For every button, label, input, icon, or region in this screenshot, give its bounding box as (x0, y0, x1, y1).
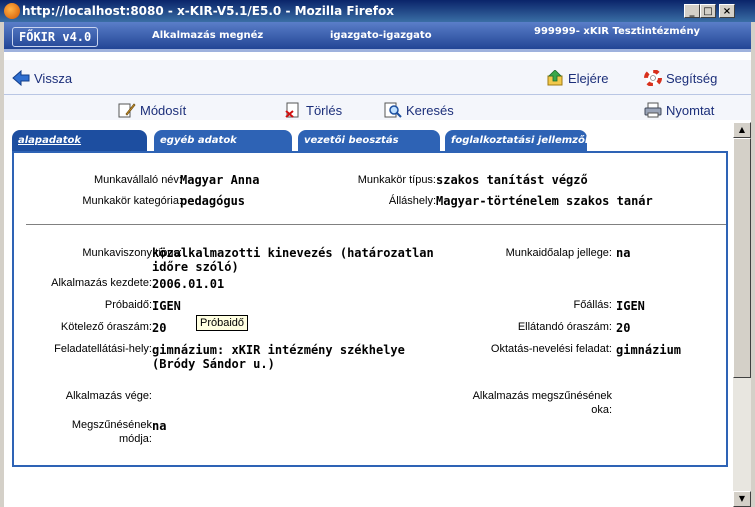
main-job-value: IGEN (616, 299, 645, 313)
delete-button[interactable]: Törlés (284, 102, 342, 118)
user-name: igazgato-igazgato (330, 30, 432, 41)
start-date-label: Alkalmazás kezdete: (51, 277, 152, 289)
top-link[interactable]: Elejére (546, 70, 608, 86)
page-title: Alkalmazás megnéz (152, 30, 264, 41)
education-task-label: Oktatás-nevelési feladat: (490, 343, 612, 355)
relation-type-value-2: időre szóló) (152, 260, 239, 274)
employee-name-value: Magyar Anna (180, 173, 260, 187)
brand-logo: FŐKIR v4.0 (12, 27, 99, 47)
served-hours-value: 20 (616, 321, 631, 335)
tooltip: Próbaidő (196, 315, 249, 331)
start-date-value: 2006.01.01 (152, 277, 225, 291)
termination-reason-label-1: Alkalmazás megszűnésének (472, 390, 612, 402)
search-label: Keresés (406, 103, 454, 118)
app-content: FŐKIR v4.0 Alkalmazás megnéz igazgato-ig… (4, 22, 751, 507)
main-job-label: Főállás: (573, 299, 612, 311)
served-hours-label: Ellátandó óraszám: (517, 321, 612, 333)
search-icon (384, 102, 402, 118)
job-category-label: Munkakör kategória: (82, 195, 182, 207)
termination-mode-value: na (152, 419, 167, 433)
tab-foglalkoztatasi-jellemzok[interactable]: foglalkoztatási jellemzők (445, 130, 592, 152)
worktime-value: na (616, 246, 631, 260)
workplace-value-1: gimnázium: xKIR intézmény székhelye (152, 343, 405, 357)
probation-label: Próbaidő: (104, 299, 152, 311)
delete-icon (285, 102, 299, 118)
lifebuoy-icon (644, 70, 662, 86)
job-type-label: Munkakör típus: (357, 174, 436, 186)
close-button[interactable]: × (719, 4, 735, 18)
back-arrow-icon (12, 70, 30, 86)
printer-icon (644, 102, 662, 118)
job-type-value: szakos tanítást végző (436, 173, 588, 187)
detail-panel: Munkavállaló név: Magyar Anna Munkakör t… (12, 151, 728, 467)
education-task-value: gimnázium (616, 343, 682, 357)
modify-label: Módosít (140, 103, 187, 118)
mandatory-hours-value: 20 (152, 321, 167, 335)
employee-name-label: Munkavállaló név: (93, 174, 182, 186)
firefox-icon (4, 3, 20, 19)
position-value: Magyar-történelem szakos tanár (436, 194, 653, 208)
modify-button[interactable]: Módosít (118, 102, 186, 118)
app-header: FŐKIR v4.0 Alkalmazás megnéz igazgato-ig… (4, 22, 751, 52)
end-date-label: Alkalmazás vége: (65, 390, 152, 402)
workplace-label: Feladatellátási-hely: (54, 343, 152, 355)
toolbar-divider (4, 94, 751, 95)
workplace-value-2: (Bródy Sándor u.) (152, 357, 275, 371)
scroll-up-button[interactable]: ▲ (733, 122, 751, 138)
termination-mode-label-2: módja: (118, 433, 152, 445)
job-category-value: pedagógus (180, 194, 246, 208)
print-label: Nyomtat (666, 103, 715, 118)
vertical-scrollbar[interactable]: ▲ ▼ (733, 122, 751, 507)
help-link[interactable]: Segítség (644, 70, 717, 86)
institution-name: 999999- xKIR Tesztintézmény (534, 26, 701, 37)
back-link[interactable]: Vissza (12, 70, 72, 86)
window-title-bar: http://localhost:8080 - x-KIR-V5.1/E5.0 … (0, 0, 755, 22)
edit-icon (118, 103, 136, 118)
delete-label: Törlés (306, 103, 343, 118)
probation-value: IGEN (152, 299, 181, 313)
search-button[interactable]: Keresés (384, 102, 454, 118)
tab-egyeb-adatok[interactable]: egyéb adatok (154, 130, 292, 152)
top-label: Elejére (568, 71, 609, 86)
window-title: http://localhost:8080 - x-KIR-V5.1/E5.0 … (22, 4, 394, 18)
tab-vezetoi-beosztas[interactable]: vezetői beosztás (298, 130, 440, 152)
termination-mode-label-1: Megszűnésének (71, 419, 152, 431)
relation-type-value-1: közalkalmazotti kinevezés (határozatlan (152, 246, 434, 260)
mandatory-hours-label: Kötelező óraszám: (60, 321, 152, 333)
worktime-label: Munkaidőalap jellege: (505, 247, 612, 259)
termination-reason-label-2: oka: (591, 404, 612, 416)
minimize-button[interactable]: _ (684, 4, 700, 18)
maximize-button[interactable]: □ (700, 4, 716, 18)
position-label: Álláshely: (388, 195, 436, 207)
tab-alapadatok[interactable]: alapadatok (12, 130, 147, 152)
scroll-thumb[interactable] (733, 138, 751, 378)
section-divider (26, 224, 726, 225)
tab-bar: alapadatok egyéb adatok vezetői beosztás… (12, 130, 732, 152)
header-divider (4, 49, 751, 52)
print-button[interactable]: Nyomtat (644, 102, 714, 118)
toolbar: Vissza Elejére Segítség Módosít Törlés K… (4, 60, 751, 120)
scroll-down-button[interactable]: ▼ (733, 491, 751, 507)
help-label: Segítség (666, 71, 718, 86)
back-label: Vissza (34, 71, 73, 86)
top-icon (547, 70, 563, 86)
